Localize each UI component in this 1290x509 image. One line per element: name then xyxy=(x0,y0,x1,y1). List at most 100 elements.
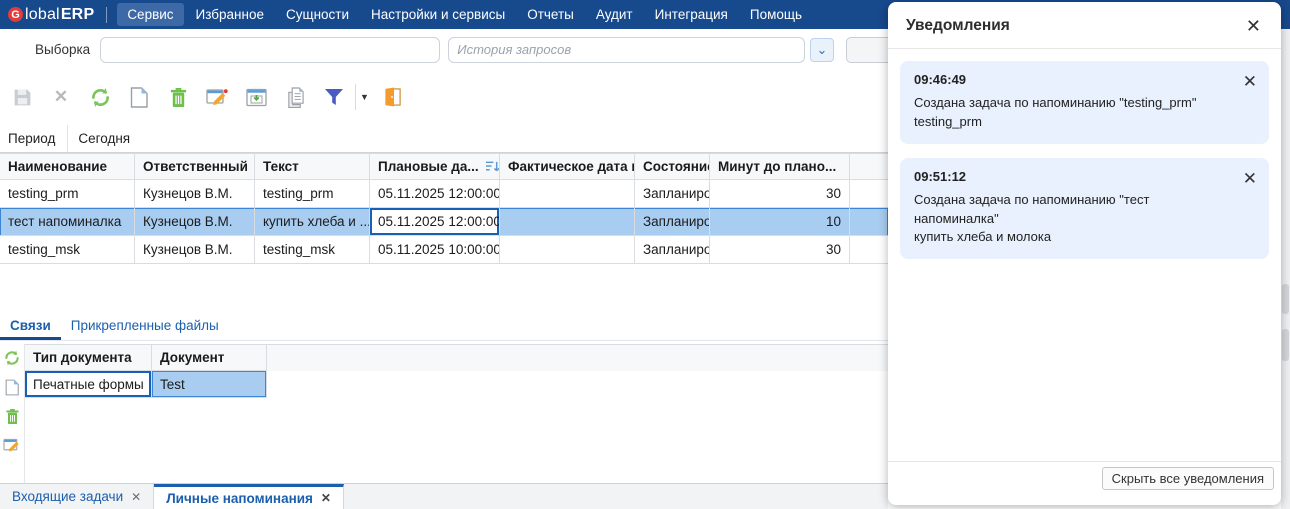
refresh-icon xyxy=(3,349,21,367)
column-header-empty xyxy=(850,153,888,180)
cancel-button[interactable]: ✕ xyxy=(49,85,73,109)
cell-text[interactable]: testing_msk xyxy=(255,236,370,264)
links-new-button[interactable] xyxy=(2,377,22,397)
nav-divider xyxy=(106,7,107,23)
column-header[interactable]: Наименование xyxy=(0,153,135,180)
cell-owner[interactable]: Кузнецов В.М. xyxy=(135,236,255,264)
hide-all-notifications-button[interactable]: Скрыть все уведомления xyxy=(1102,467,1274,490)
cell-state[interactable]: Запланиро... xyxy=(635,236,710,264)
tab-label: Входящие задачи xyxy=(12,489,123,504)
nav-item-entities[interactable]: Сущности xyxy=(276,3,359,26)
exit-button[interactable] xyxy=(381,85,405,109)
cell-owner[interactable]: Кузнецов В.М. xyxy=(135,208,255,236)
notification-line: testing_prm xyxy=(914,113,1229,132)
refresh-button[interactable] xyxy=(88,85,112,109)
nav-item-integration[interactable]: Интеграция xyxy=(645,3,738,26)
tab-personal-reminders[interactable]: Личные напоминания ✕ xyxy=(154,484,344,509)
tab-attached-files[interactable]: Прикрепленные файлы xyxy=(61,314,229,340)
cell-actual-date[interactable] xyxy=(500,236,635,264)
column-header[interactable]: Плановые да... xyxy=(370,153,500,180)
dismiss-notification-button[interactable]: ✕ xyxy=(1243,73,1257,90)
table-row[interactable]: testing_prm Кузнецов В.М. testing_prm 05… xyxy=(0,180,888,208)
selection-label: Выборка xyxy=(35,42,90,57)
tab-links[interactable]: Связи xyxy=(0,314,61,340)
table-row-selected[interactable]: Печатные формы Test xyxy=(25,371,888,398)
reminders-table: Наименование Ответственный Текст Плановы… xyxy=(0,153,888,264)
new-document-icon xyxy=(5,379,19,396)
column-header[interactable]: Документ xyxy=(152,344,267,371)
column-header[interactable]: Минут до плано... xyxy=(710,153,850,180)
cell-planned-date[interactable]: 05.11.2025 12:00:00 xyxy=(370,180,500,208)
cancel-icon: ✕ xyxy=(54,87,68,107)
tab-incoming-tasks[interactable]: Входящие задачи ✕ xyxy=(0,484,154,509)
cell-doc-type-focused[interactable]: Печатные формы xyxy=(25,371,152,398)
new-document-button[interactable] xyxy=(127,85,151,109)
notifications-title: Уведомления xyxy=(906,17,1010,35)
links-edit-button[interactable] xyxy=(2,435,22,455)
scrollbar-thumb[interactable] xyxy=(1282,329,1289,361)
tab-label: Личные напоминания xyxy=(166,491,313,506)
column-header[interactable]: Состояние xyxy=(635,153,710,180)
close-panel-button[interactable]: ✕ xyxy=(1246,17,1261,35)
window-scrollbar[interactable] xyxy=(1281,29,1290,509)
cell-name[interactable]: testing_msk xyxy=(0,236,135,264)
notifications-list: 09:46:49 Создана задача по напоминанию "… xyxy=(888,49,1281,259)
scrollbar-thumb[interactable] xyxy=(1282,284,1289,314)
notification-line: Создана задача по напоминанию "testing_p… xyxy=(914,94,1229,113)
links-delete-button[interactable] xyxy=(2,406,22,426)
query-history-input[interactable] xyxy=(448,37,805,63)
cell-text[interactable]: купить хлеба и ... xyxy=(255,208,370,236)
cell-minutes[interactable]: 30 xyxy=(710,236,850,264)
cell-actual-date[interactable] xyxy=(500,208,635,236)
nav-item-audit[interactable]: Аудит xyxy=(586,3,643,26)
notification-line: Создана задача по напоминанию "тест напо… xyxy=(914,191,1229,229)
cell-state[interactable]: Запланиро... xyxy=(635,208,710,236)
selection-input[interactable] xyxy=(100,37,440,63)
column-header[interactable]: Текст xyxy=(255,153,370,180)
column-header[interactable]: Тип документа xyxy=(25,344,152,371)
period-value[interactable]: Сегодня xyxy=(67,125,888,152)
nav-item-help[interactable]: Помощь xyxy=(740,3,812,26)
reminders-table-header: Наименование Ответственный Текст Плановы… xyxy=(0,153,888,180)
close-tab-icon[interactable]: ✕ xyxy=(131,490,141,504)
selection-bar: Выборка ⌄ xyxy=(0,29,900,70)
links-refresh-button[interactable] xyxy=(2,348,22,368)
notification-time: 09:46:49 xyxy=(914,72,1229,87)
cell-actual-date[interactable] xyxy=(500,180,635,208)
import-button[interactable] xyxy=(244,85,268,109)
cell-name[interactable]: тест напоминалка xyxy=(0,208,135,236)
cell-minutes[interactable]: 10 xyxy=(710,208,850,236)
period-label: Период xyxy=(0,131,67,146)
cell-state[interactable]: Запланиро... xyxy=(635,180,710,208)
table-row-selected[interactable]: тест напоминалка Кузнецов В.М. купить хл… xyxy=(0,208,888,236)
nav-item-service[interactable]: Сервис xyxy=(117,3,183,26)
copy-icon xyxy=(286,87,305,108)
notification-card: 09:46:49 Создана задача по напоминанию "… xyxy=(900,61,1269,144)
column-header[interactable]: Фактическое дата и... xyxy=(500,153,635,180)
cell-name[interactable]: testing_prm xyxy=(0,180,135,208)
delete-button[interactable] xyxy=(166,85,190,109)
cell-owner[interactable]: Кузнецов В.М. xyxy=(135,180,255,208)
cell-planned-date-focused[interactable]: 05.11.2025 12:00:00 xyxy=(370,208,500,236)
documents-table-header: Тип документа Документ xyxy=(25,344,888,371)
nav-item-favorites[interactable]: Избранное xyxy=(186,3,274,26)
cell-document[interactable]: Test xyxy=(152,371,267,398)
cell-text[interactable]: testing_prm xyxy=(255,180,370,208)
close-tab-icon[interactable]: ✕ xyxy=(321,491,331,505)
cell-empty xyxy=(850,208,888,236)
copy-button[interactable] xyxy=(283,85,307,109)
nav-item-reports[interactable]: Отчеты xyxy=(517,3,584,26)
filter-dropdown-button[interactable]: ▼ xyxy=(360,92,369,102)
table-row[interactable]: testing_msk Кузнецов В.М. testing_msk 05… xyxy=(0,236,888,264)
nav-item-settings-services[interactable]: Настройки и сервисы xyxy=(361,3,515,26)
history-dropdown-button[interactable]: ⌄ xyxy=(810,38,834,62)
logo-text-light: lobal xyxy=(25,6,60,24)
column-header[interactable]: Ответственный xyxy=(135,153,255,180)
edit-button[interactable] xyxy=(205,85,229,109)
dismiss-notification-button[interactable]: ✕ xyxy=(1243,170,1257,187)
cell-planned-date[interactable]: 05.11.2025 10:00:00 xyxy=(370,236,500,264)
main-toolbar: ✕ ▼ xyxy=(0,72,888,122)
save-button[interactable] xyxy=(10,85,34,109)
cell-minutes[interactable]: 30 xyxy=(710,180,850,208)
filter-button[interactable] xyxy=(322,85,346,109)
